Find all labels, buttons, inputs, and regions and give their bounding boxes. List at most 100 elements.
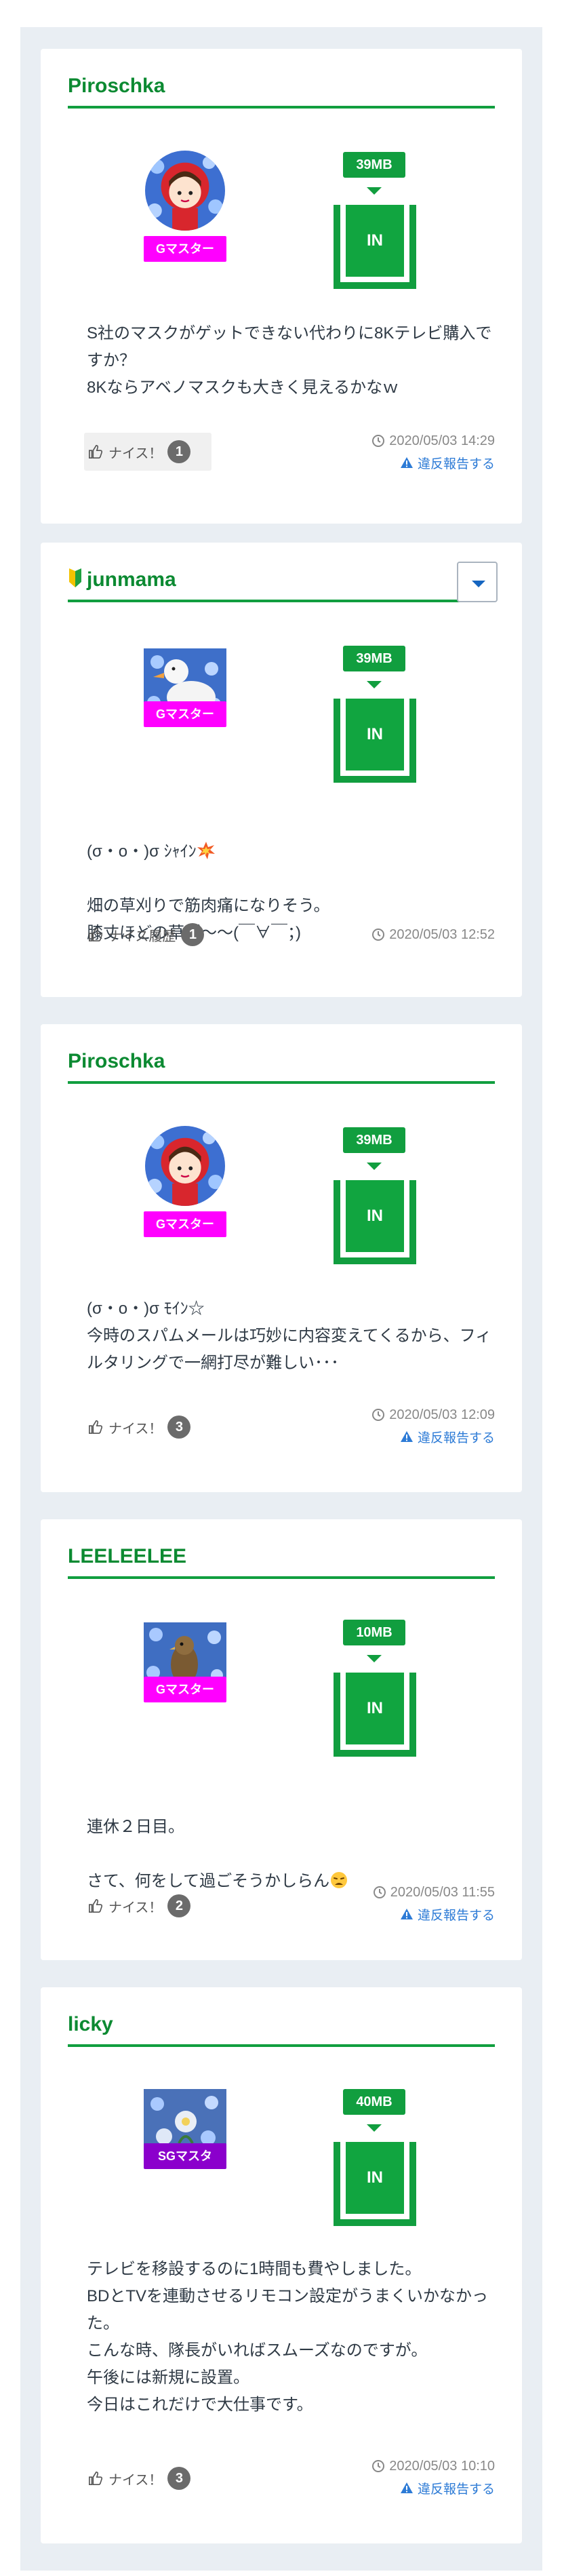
- in-box: IN: [334, 699, 416, 783]
- post-body: (σ・o・)σ ﾓｲﾝ☆ 今時のスパムメールは巧妙に内容変えてくるから、フィルタ…: [87, 1300, 492, 1372]
- clock-icon: [372, 929, 385, 941]
- timestamp: 2020/05/03 12:09: [371, 1404, 495, 1426]
- post-menu-dropdown[interactable]: [457, 562, 498, 602]
- clock-icon: [372, 1409, 385, 1421]
- header-divider: [68, 2044, 495, 2047]
- post-header: junmama: [68, 562, 498, 602]
- in-box: IN: [334, 2142, 416, 2226]
- warning-icon: [400, 2482, 413, 2493]
- post-header: licky: [68, 2013, 495, 2047]
- arrow-down-icon: [367, 1163, 382, 1170]
- arrow-down-icon: [367, 681, 382, 688]
- nice-count-badge: 2: [167, 1894, 191, 1917]
- thumbs-up-icon: [89, 1420, 103, 1434]
- report-label: 違反報告する: [417, 2482, 495, 2497]
- warning-icon: [400, 457, 413, 468]
- rank-badge: Gマスター: [144, 236, 226, 262]
- beginner-mark-icon: [69, 568, 81, 587]
- thumbs-up-icon: [89, 928, 103, 941]
- timestamp-text: 2020/05/03 10:10: [389, 2458, 495, 2474]
- thumbs-up-icon: [89, 1899, 103, 1913]
- post-card: Piroschka Gマスター 39MB IN (σ・o・)σ ﾓｲﾝ☆ 今時の…: [41, 1024, 522, 1492]
- post-card: LEELEELEE Gマスター 10MB IN 連休２日目。 さて、何をして過ご…: [41, 1519, 522, 1960]
- nice-history-button[interactable]: ナイス履歴 1: [84, 916, 208, 954]
- username[interactable]: Piroschka: [68, 75, 165, 98]
- report-label: 違反報告する: [417, 1430, 495, 1445]
- timestamp: 2020/05/03 10:10: [371, 2455, 495, 2477]
- post-card: licky SGマスタ 40MB IN テレビを移設するのに1時間も費やしました…: [41, 1987, 522, 2543]
- nice-button[interactable]: ナイス！ 1: [84, 433, 212, 471]
- in-box: IN: [334, 205, 416, 289]
- nice-label: ナイス！: [108, 1421, 163, 1437]
- nice-button[interactable]: ナイス！ 3: [84, 2459, 195, 2497]
- arrow-down-icon: [367, 187, 382, 195]
- arrow-down-icon: [367, 1655, 382, 1662]
- rank-badge: SGマスタ: [144, 2143, 226, 2169]
- timestamp: 2020/05/03 12:52: [371, 924, 495, 945]
- in-label: IN: [346, 205, 404, 277]
- caret-down-icon: [472, 581, 485, 587]
- post-body-line: 連休２日目。: [87, 1818, 184, 1836]
- username[interactable]: LEELEELEE: [68, 1545, 186, 1568]
- data-usage-badge: 39MB: [343, 152, 405, 178]
- nice-history-label: ナイス履歴: [108, 929, 176, 944]
- rank-badge: Gマスター: [144, 1677, 226, 1702]
- warning-icon: [400, 1431, 413, 1442]
- warning-icon: [400, 1909, 413, 1919]
- header-divider: [68, 106, 495, 109]
- username[interactable]: licky: [68, 2013, 113, 2036]
- header-divider: [68, 600, 495, 602]
- report-link[interactable]: 違反報告する: [371, 452, 495, 473]
- post-header: Piroschka: [68, 1050, 495, 1084]
- data-usage-badge: 40MB: [343, 2089, 405, 2115]
- username[interactable]: junmama: [68, 568, 176, 591]
- clock-icon: [372, 435, 385, 447]
- post-body: S社のマスクがゲットできない代わりに8Kテレビ購入ですか？ 8Kならアベノマスク…: [87, 324, 492, 397]
- timestamp-text: 2020/05/03 12:52: [389, 926, 495, 942]
- rank-badge: Gマスター: [144, 1211, 226, 1237]
- weary-face-emoji-icon: [331, 1872, 348, 1888]
- post-meta: 2020/05/03 10:10 違反報告する: [371, 2455, 495, 2499]
- in-box: IN: [334, 1180, 416, 1264]
- data-usage-badge: 39MB: [343, 646, 405, 671]
- post-body-line: (σ・o・)σ ｼｬｲﾝ: [87, 842, 197, 861]
- report-link[interactable]: 違反報告する: [371, 1426, 495, 1447]
- post-card: junmama Gマスター 39MB IN (σ・o・)σ ｼｬｲﾝ 畑の草刈り…: [41, 543, 522, 997]
- header-divider: [68, 1576, 495, 1579]
- username-text: junmama: [87, 568, 176, 591]
- thumbs-up-icon: [89, 2472, 103, 2485]
- username[interactable]: Piroschka: [68, 1050, 165, 1073]
- report-label: 違反報告する: [417, 456, 495, 471]
- timestamp-text: 2020/05/03 11:55: [390, 1884, 495, 1900]
- header-divider: [68, 1081, 495, 1084]
- report-label: 違反報告する: [417, 1908, 495, 1923]
- report-link[interactable]: 違反報告する: [371, 2477, 495, 2499]
- post-header: Piroschka: [68, 75, 495, 109]
- red-hood-avatar-icon[interactable]: [145, 151, 225, 231]
- timestamp: 2020/05/03 14:29: [371, 430, 495, 452]
- post-body: テレビを移設するのに1時間も費やしました。 BDとTVを連動させるリモコン設定が…: [87, 2260, 489, 2414]
- report-link[interactable]: 違反報告する: [373, 1903, 495, 1925]
- in-label: IN: [346, 699, 404, 770]
- nice-label: ナイス！: [108, 2472, 163, 2488]
- timestamp-text: 2020/05/03 14:29: [389, 433, 495, 448]
- data-usage-badge: 10MB: [343, 1620, 405, 1645]
- nice-label: ナイス！: [108, 1900, 163, 1915]
- collision-emoji-icon: [197, 842, 215, 859]
- timestamp: 2020/05/03 11:55: [373, 1881, 495, 1903]
- nice-button[interactable]: ナイス！ 2: [84, 1887, 195, 1925]
- red-hood-avatar-icon[interactable]: [145, 1126, 225, 1206]
- nice-count-badge: 3: [167, 1416, 191, 1439]
- post-meta: 2020/05/03 12:52: [371, 924, 495, 945]
- clock-icon: [372, 2460, 385, 2472]
- clock-icon: [373, 1886, 386, 1898]
- arrow-down-icon: [367, 2124, 382, 2132]
- in-label: IN: [346, 1673, 404, 1744]
- rank-badge: Gマスター: [144, 701, 226, 727]
- post-header: LEELEELEE: [68, 1545, 495, 1579]
- nice-button[interactable]: ナイス！ 3: [84, 1408, 195, 1446]
- in-box: IN: [334, 1673, 416, 1757]
- nice-count-badge: 1: [167, 440, 191, 463]
- data-usage-badge: 39MB: [343, 1127, 405, 1153]
- nice-count-badge: 1: [181, 923, 205, 946]
